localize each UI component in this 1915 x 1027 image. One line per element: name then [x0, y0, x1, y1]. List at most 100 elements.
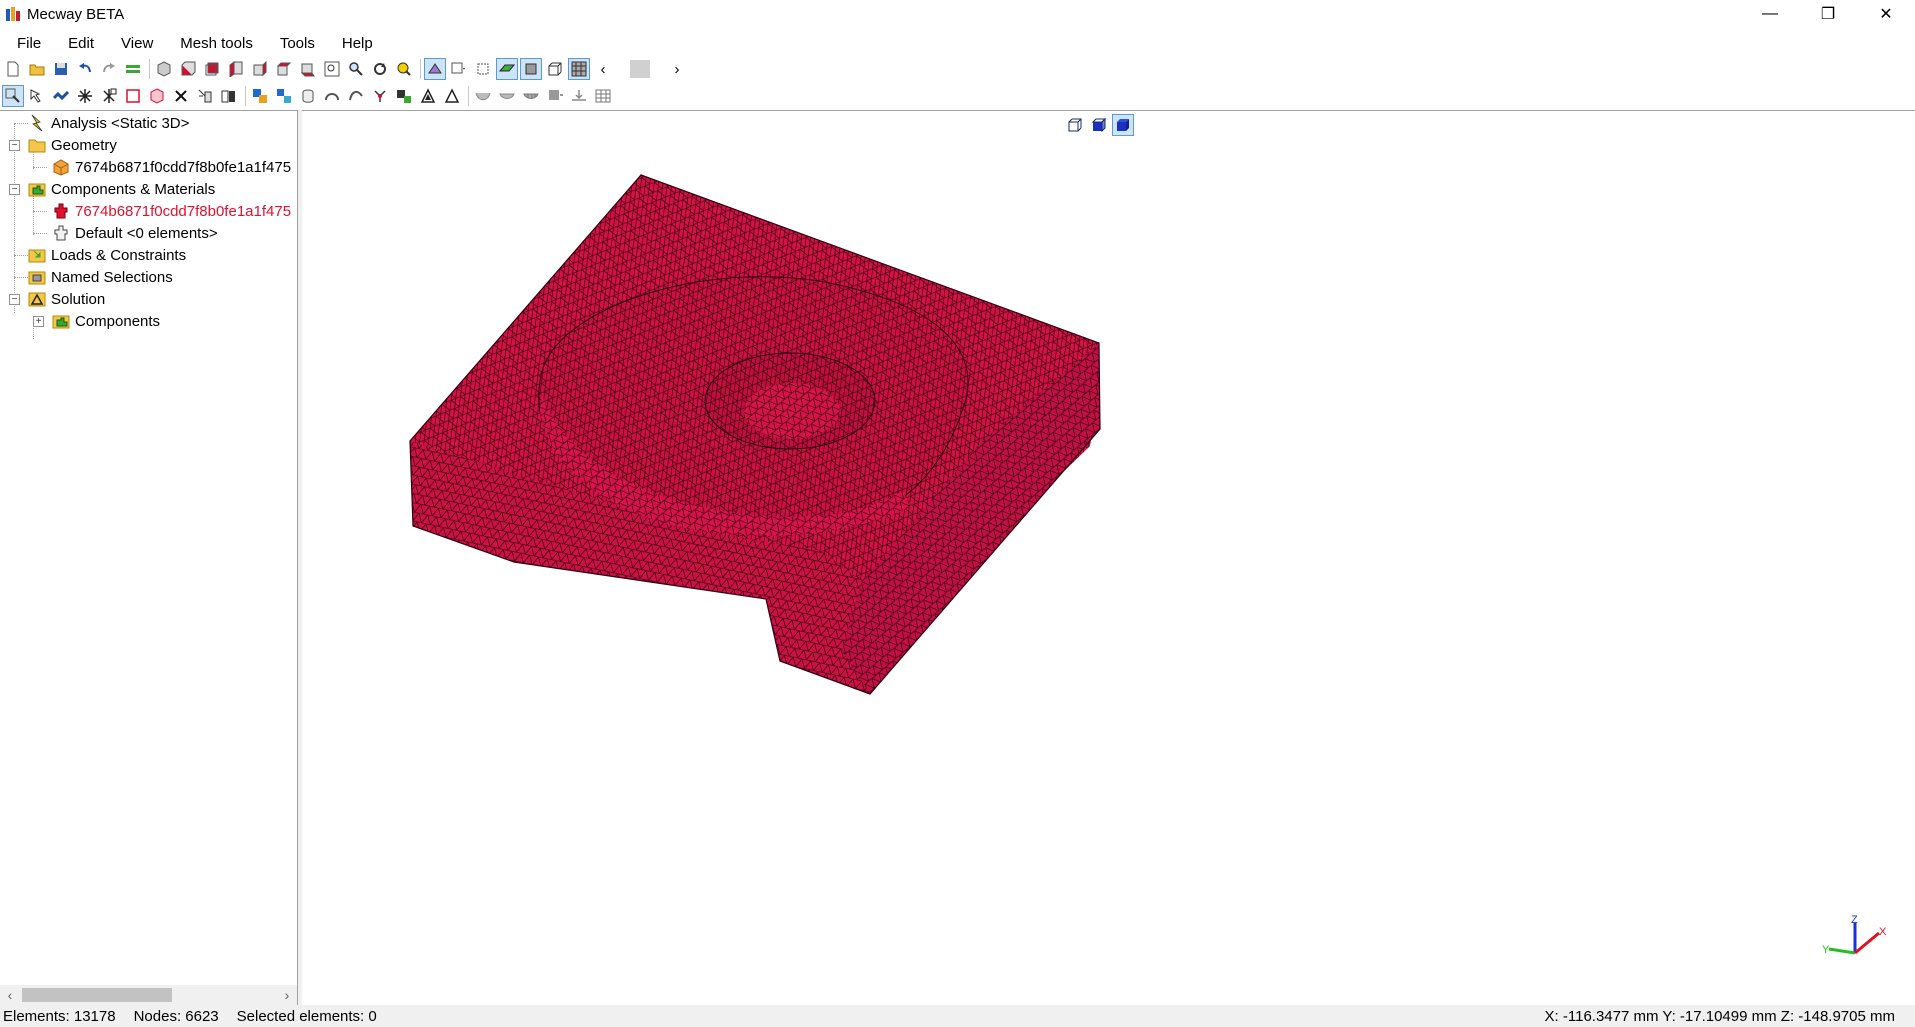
solution-triangle-icon — [28, 290, 46, 308]
view-back-icon[interactable] — [201, 58, 223, 80]
extrude-icon[interactable] — [194, 85, 216, 107]
scroll-right-arrow[interactable]: › — [277, 987, 297, 1003]
mesh-model[interactable] — [302, 111, 1915, 1006]
select-connected-icon[interactable] — [26, 85, 48, 107]
menu-bar: File Edit View Mesh tools Tools Help — [0, 30, 1915, 56]
tree-horizontal-scrollbar[interactable]: ‹ › — [0, 985, 297, 1005]
tree-item-default-component[interactable]: Default <0 elements> — [52, 222, 218, 244]
expand-toggle[interactable]: − — [9, 294, 20, 305]
window-title: Mecway BETA — [27, 5, 125, 23]
merge-icon[interactable] — [249, 85, 271, 107]
split-icon[interactable] — [273, 85, 295, 107]
bowl-icon[interactable] — [472, 85, 494, 107]
perspective-icon[interactable] — [424, 58, 446, 80]
expand-toggle[interactable]: − — [9, 140, 20, 151]
align-icon[interactable] — [568, 85, 590, 107]
shaded-icon[interactable] — [496, 58, 518, 80]
close-button[interactable]: ✕ — [1857, 0, 1915, 28]
select-arrow-icon[interactable] — [2, 85, 24, 107]
triangle-icon[interactable] — [417, 85, 439, 107]
zoom-fit-icon[interactable] — [321, 58, 343, 80]
menu-file[interactable]: File — [0, 35, 51, 52]
bend-icon[interactable] — [345, 85, 367, 107]
minimize-button[interactable]: — — [1741, 0, 1799, 28]
status-coordinates: X: -116.3477 mm Y: -17.10499 mm Z: -148.… — [1544, 1007, 1895, 1025]
layers-icon[interactable] — [122, 58, 144, 80]
tree-item-components-materials[interactable]: Components & Materials — [28, 178, 215, 200]
tree-item-named-selections[interactable]: Named Selections — [28, 266, 173, 288]
tree-item-analysis[interactable]: Analysis <Static 3D> — [28, 112, 189, 134]
tree-item-solution-components[interactable]: Components — [52, 310, 160, 332]
status-bar: Elements: 13178 Nodes: 6623 Selected ele… — [0, 1005, 1915, 1027]
tree-item-component-part[interactable]: 7674b6871f0cdd7f8b0fe1a1f475 — [52, 200, 291, 222]
scroll-right-icon[interactable]: › — [666, 58, 688, 80]
view-iso-icon[interactable] — [153, 58, 175, 80]
axis-z-label: Z — [1851, 915, 1858, 926]
view-top-icon[interactable] — [273, 58, 295, 80]
explode-icon[interactable] — [74, 85, 96, 107]
delete-icon[interactable] — [170, 85, 192, 107]
refine-icon[interactable] — [218, 85, 240, 107]
tree-item-geometry[interactable]: Geometry — [28, 134, 117, 156]
bowl-flat-icon[interactable] — [496, 85, 518, 107]
view-right-icon[interactable] — [249, 58, 271, 80]
bowl-mesh-icon[interactable] — [520, 85, 542, 107]
triangle-outline-icon[interactable] — [441, 85, 463, 107]
components-icon — [28, 180, 46, 198]
view-left-icon[interactable] — [225, 58, 247, 80]
tree-item-geometry-part[interactable]: 7674b6871f0cdd7f8b0fe1a1f475 — [52, 156, 291, 178]
tree-item-label: Analysis <Static 3D> — [51, 114, 190, 132]
tree-item-label: Solution — [51, 290, 106, 308]
scroll-left-arrow[interactable]: ‹ — [0, 987, 20, 1003]
select-box-icon[interactable] — [472, 58, 494, 80]
color-swatch-icon[interactable] — [616, 58, 664, 80]
mirror-icon[interactable] — [98, 85, 120, 107]
view-bottom-icon[interactable] — [297, 58, 319, 80]
status-elements: Elements: 13178 — [3, 1007, 116, 1025]
tree-item-loads-constraints[interactable]: Loads & Constraints — [28, 244, 186, 266]
axis-y-label: Y — [1822, 944, 1830, 956]
graph-icon[interactable] — [369, 85, 391, 107]
zoom-icon[interactable] — [345, 58, 367, 80]
view-front-icon[interactable] — [177, 58, 199, 80]
named-selections-icon — [28, 268, 46, 286]
cylinder-icon[interactable] — [297, 85, 319, 107]
shaded-edges-icon[interactable] — [520, 58, 542, 80]
zoom-all-icon[interactable] — [393, 58, 415, 80]
scroll-left-icon[interactable]: ‹ — [592, 58, 614, 80]
menu-edit[interactable]: Edit — [51, 35, 104, 52]
rotate-icon[interactable] — [369, 58, 391, 80]
select-faces-icon[interactable] — [50, 85, 72, 107]
nodes-icon[interactable] — [393, 85, 415, 107]
menu-help[interactable]: Help — [325, 35, 383, 52]
redo-icon[interactable] — [98, 58, 120, 80]
sweep-icon[interactable] — [321, 85, 343, 107]
analysis-lightning-icon — [28, 114, 46, 132]
restore-button[interactable]: ❐ — [1799, 0, 1857, 28]
cube-icon[interactable] — [146, 85, 168, 107]
mesh-toolbar — [0, 83, 1915, 109]
menu-view[interactable]: View — [104, 35, 163, 52]
mesh-icon[interactable] — [568, 58, 590, 80]
table-icon[interactable] — [592, 85, 614, 107]
expand-toggle[interactable]: + — [33, 316, 44, 327]
display-dropdown-icon[interactable] — [448, 58, 470, 80]
open-folder-icon[interactable] — [26, 58, 48, 80]
menu-tools[interactable]: Tools — [263, 35, 325, 52]
wireframe-icon[interactable] — [544, 58, 566, 80]
scrollbar-thumb[interactable] — [22, 988, 172, 1002]
tree-item-solution[interactable]: Solution — [28, 288, 105, 310]
new-file-icon[interactable] — [2, 58, 24, 80]
3d-viewport[interactable]: Z Y X — [302, 110, 1915, 1005]
expand-toggle[interactable]: − — [9, 184, 20, 195]
rectangle-icon[interactable] — [122, 85, 144, 107]
menu-mesh-tools[interactable]: Mesh tools — [163, 35, 263, 52]
save-icon[interactable] — [50, 58, 72, 80]
axis-x-label: X — [1879, 926, 1887, 938]
model-tree: Analysis <Static 3D> − Geometry 7674b687… — [0, 111, 297, 339]
folder-icon — [28, 136, 46, 154]
undo-icon[interactable] — [74, 58, 96, 80]
status-nodes: Nodes: 6623 — [133, 1007, 219, 1025]
component-gray-icon — [52, 224, 70, 242]
dash-icon[interactable] — [544, 85, 566, 107]
